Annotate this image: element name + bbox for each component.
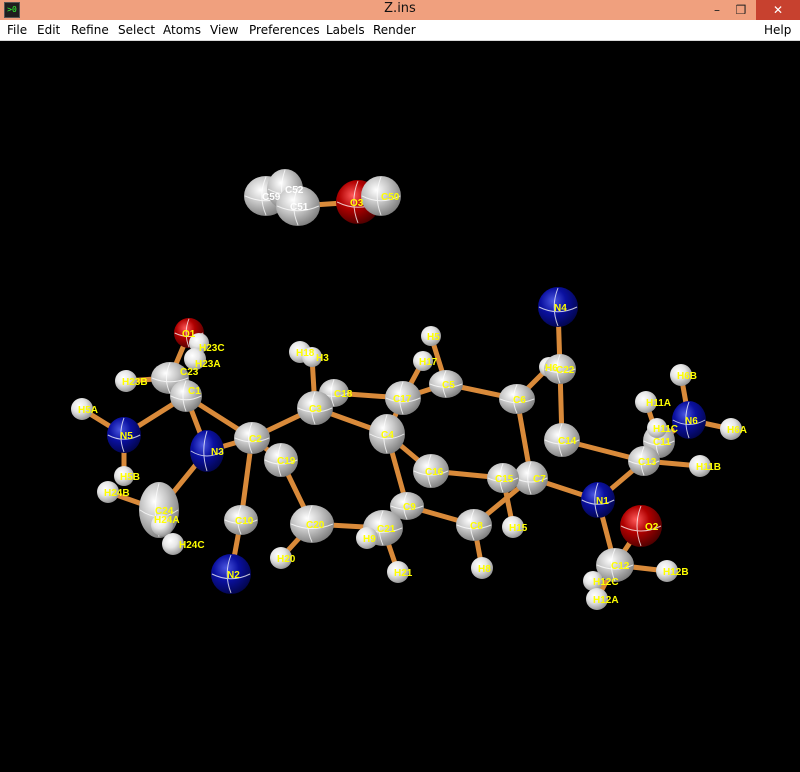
menu-edit[interactable]: Edit — [37, 23, 60, 37]
maximize-button[interactable]: ❒ — [728, 0, 754, 20]
atom-label-H17: H17 — [419, 357, 438, 368]
atom-label-C9: C9 — [403, 502, 416, 513]
atom-label-C15: C15 — [495, 474, 514, 485]
menu-file[interactable]: File — [7, 23, 27, 37]
atom-label-N6: N6 — [685, 416, 698, 427]
atom-label-C2: C2 — [249, 434, 262, 445]
atom-label-O3: O3 — [350, 198, 364, 209]
atom-label-C12: C12 — [611, 561, 630, 572]
atom-label-H24C: H24C — [179, 540, 205, 551]
menu-select[interactable]: Select — [118, 23, 155, 37]
atom-label-C7: C7 — [533, 474, 546, 485]
atom-label-H21: H21 — [394, 568, 413, 579]
atom-label-H5: H5 — [427, 332, 440, 343]
atom-label-H6B: H6B — [677, 371, 697, 382]
atom-label-H9: H9 — [363, 534, 376, 545]
atom-label-C8: C8 — [470, 521, 483, 532]
atom-label-H12A: H12A — [593, 595, 619, 606]
minimize-button[interactable]: – — [704, 0, 730, 20]
atom-label-C5: C5 — [442, 380, 455, 391]
atom-label-H3: H3 — [316, 353, 329, 364]
atom-label-N1: N1 — [596, 496, 609, 507]
atom-label-N5: N5 — [120, 431, 133, 442]
atom-label-C50: C50 — [381, 192, 400, 203]
atom-label-C18: C18 — [334, 389, 353, 400]
atom-label-C21: C21 — [377, 524, 396, 535]
atom-label-C14: C14 — [558, 436, 577, 447]
atom-label-H20: H20 — [277, 554, 296, 565]
atom-label-H5B: H5B — [120, 472, 140, 483]
atom-label-O2: O2 — [645, 522, 659, 533]
atom-label-H5A: H5A — [78, 405, 98, 416]
atoms-layer — [71, 169, 742, 610]
menu-labels[interactable]: Labels — [326, 23, 365, 37]
atom-label-C59: C59 — [262, 192, 281, 203]
atom-label-H8: H8 — [478, 564, 491, 575]
atom-label-H23C: H23C — [199, 343, 225, 354]
atom-label-H15: H15 — [509, 523, 528, 534]
atom-label-C4: C4 — [381, 430, 394, 441]
window-title: Z.ins — [384, 1, 416, 16]
atom-label-C52: C52 — [285, 185, 304, 196]
atom-label-C1: C1 — [188, 386, 201, 397]
close-button[interactable]: ✕ — [756, 0, 800, 20]
molecule-viewport[interactable]: C59 C52 C51 O3 C50 N4 O1 H23C H23A H23B C23 C1 H5A N5… — [0, 41, 800, 772]
atom-label-C10: C10 — [235, 516, 254, 527]
atom-label-H12C: H12C — [593, 577, 619, 588]
atom-label-H11A: H11A — [646, 398, 671, 409]
atom-label-C20: C20 — [306, 520, 325, 531]
molecule-view-svg[interactable]: C59 C52 C51 O3 C50 N4 O1H23C H23A H23B C23 C1 H5A N5… — [0, 41, 800, 772]
menu-render[interactable]: Render — [373, 23, 416, 37]
menu-refine[interactable]: Refine — [71, 23, 109, 37]
menu-view[interactable]: View — [210, 23, 238, 37]
atom-label-C16: C16 — [425, 467, 444, 478]
atom-label-H6A: H6A — [727, 425, 747, 436]
atom-label-H11C: H11C — [653, 424, 678, 435]
atom-label-O1: O1 — [182, 329, 196, 340]
atom-label-C22: C22 — [556, 365, 575, 376]
menu-preferences[interactable]: Preferences — [249, 23, 320, 37]
atom-label-H24A: H24A — [154, 515, 180, 526]
atom-label-C23: C23 — [180, 367, 199, 378]
atom-label-C3: C3 — [309, 404, 322, 415]
atom-label-C19: C19 — [277, 456, 296, 467]
atom-label-N3: N3 — [211, 447, 224, 458]
atom-label-H23B: H23B — [122, 377, 148, 388]
atom-label-H18: H18 — [296, 348, 315, 359]
atom-label-C13: C13 — [638, 457, 657, 468]
atom-label-N2: N2 — [227, 570, 240, 581]
menu-bar: File Edit Refine Select Atoms View Prefe… — [0, 20, 800, 41]
atom-label-H24B: H24B — [104, 488, 130, 499]
atom-label-C17: C17 — [393, 394, 412, 405]
atom-label-C11: C11 — [653, 437, 671, 448]
atom-label-C6: C6 — [513, 395, 526, 406]
atom-label-H11B: H11B — [696, 462, 721, 473]
atom-label-H12B: H12B — [663, 567, 689, 578]
atom-label-H23A: H23A — [195, 359, 221, 370]
atom-label-N4: N4 — [554, 303, 567, 314]
menu-atoms[interactable]: Atoms — [163, 23, 201, 37]
atom-label-C51: C51 — [290, 202, 309, 213]
title-bar: >0 Z.ins – ❒ ✕ — [0, 0, 800, 20]
menu-help[interactable]: Help — [764, 23, 791, 37]
